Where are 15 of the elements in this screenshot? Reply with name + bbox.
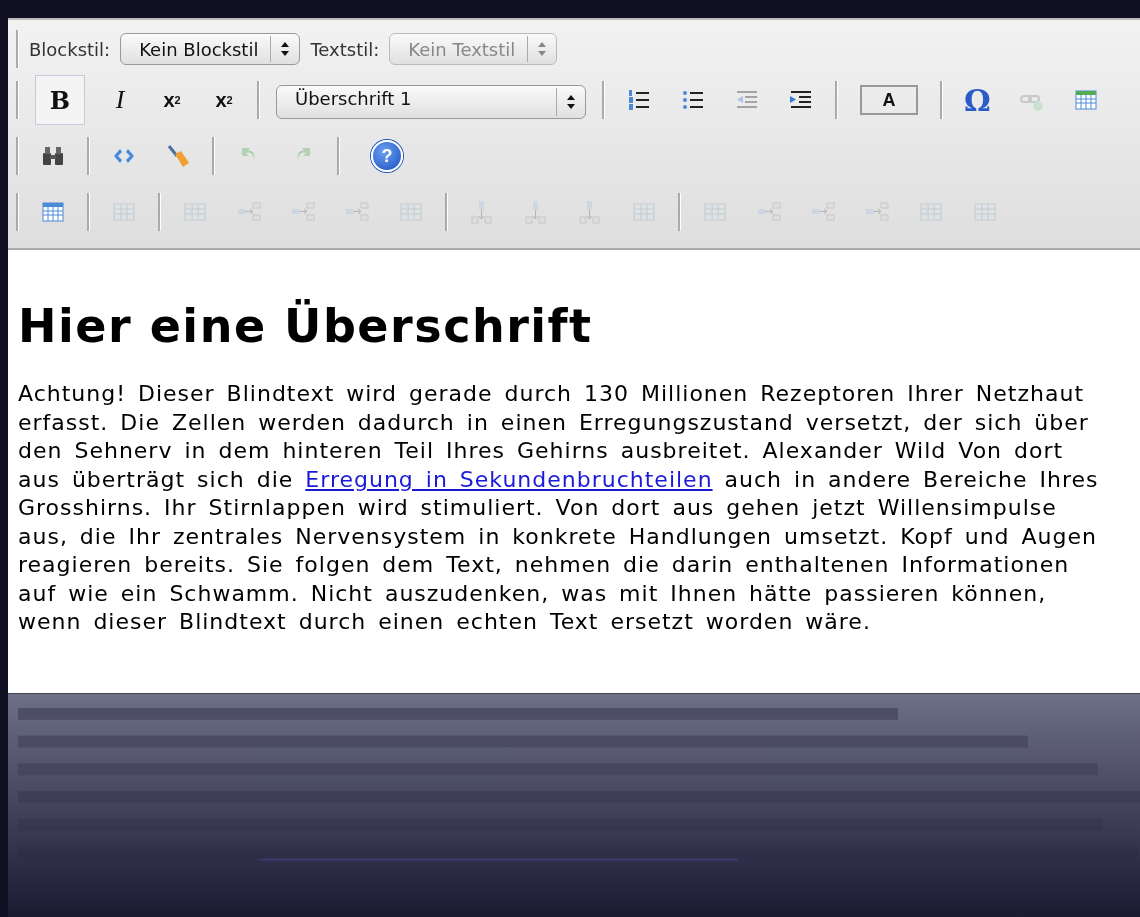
italic-button[interactable]: I xyxy=(103,81,137,119)
up-down-arrows-icon xyxy=(538,42,547,56)
up-down-arrows-icon xyxy=(567,95,575,109)
bold-button[interactable]: B xyxy=(35,75,85,125)
text-color-button[interactable]: A xyxy=(860,85,918,115)
link[interactable]: Erregung in Sekundenbruchteilen xyxy=(305,466,713,492)
superscript-button[interactable]: x$^{2}$ xyxy=(207,81,241,119)
block-style-select[interactable]: Kein Blockstil xyxy=(120,33,301,65)
body-paragraph: Achtung! Dieser Blindtext wird gerade durch 130 Millionen Rezeptoren Ihrer Netzhaut erfasst. Die Zellen werden dadurch in einen Erregungszustand versetzt, der sich über den Sehnerv in dem hinteren Teil Ihres Gehirns ausbreitet. Alexander Wild Von dort aus überträgt sich die Erregung in Sekundenbruchteilen auch in andere Bereiche Ihres Grosshirns. Ihr Stirnlappen wird stimuliert. Von dort aus gehen jetzt Willensimpulse aus, die Ihr zentrales Nervensystem in konkrete Handlungen umsetzt. Kopf und Augen reagieren bereits. Sie folgen dem Text, nehmen die darin enthaltenen Informationen auf wie ein Schwamm. Nicht auszudenken, was mit Ihnen hätte passieren können, wenn dieser Blindtext durch einen echten Text ersetzt worden wäre. xyxy=(18,380,1100,636)
special-character-button[interactable]: Ω xyxy=(959,81,996,119)
heading: Hier eine Überschrift xyxy=(18,298,594,354)
heading-format-select[interactable]: Überschrift 1 xyxy=(276,85,586,119)
block-style-label: Blockstil: xyxy=(29,38,111,60)
text-style-label: Textstil: xyxy=(310,38,380,60)
up-down-arrows-icon xyxy=(281,42,290,56)
